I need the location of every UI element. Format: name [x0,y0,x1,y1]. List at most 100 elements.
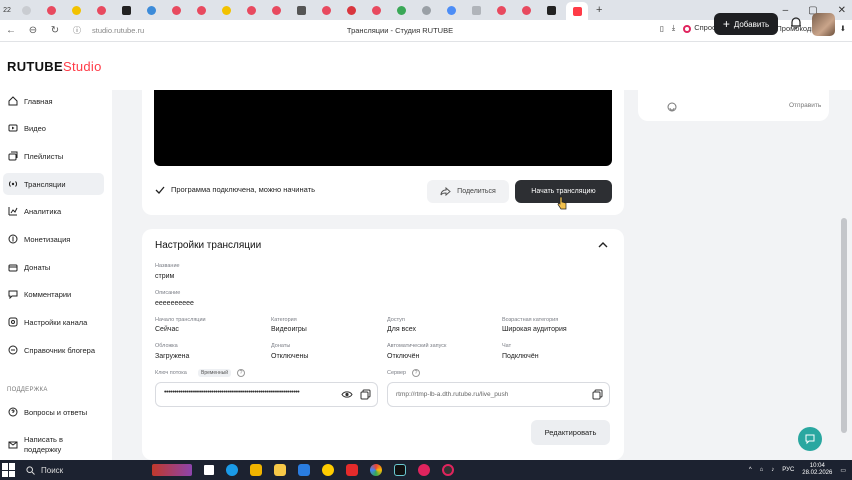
app-icon[interactable] [418,464,430,476]
browser-tab[interactable] [47,5,56,15]
yandex-icon[interactable]: ⊖ [22,25,44,36]
scrollbar-thumb[interactable] [841,218,847,433]
browser-tab[interactable] [72,5,81,15]
browser-tab[interactable] [297,5,306,15]
browser-tab[interactable] [97,5,106,15]
active-browser-tab[interactable] [566,2,588,20]
browser-tab[interactable] [422,5,431,15]
bookmark-icon[interactable]: ▯ [660,24,664,33]
stream-status-text: Программа подключена, можно начинать [171,185,315,194]
reload-icon[interactable]: ↻ [44,25,66,36]
sidebar-item-playlists[interactable]: Плейлисты [3,145,104,167]
browser-tab[interactable] [247,5,256,15]
sidebar-item-faq[interactable]: Вопросы и ответы [3,401,104,423]
widget-image[interactable] [152,464,192,476]
edge-icon[interactable] [226,464,238,476]
url-field[interactable]: studio.rutube.ru [92,26,262,35]
sidebar-item-video[interactable]: Видео [3,117,104,139]
category-value: Видеоигры [271,326,307,333]
chat-send-button[interactable]: Отправить [789,102,821,109]
download-icon[interactable]: ⤓ [672,23,675,33]
sidebar-item-write-support[interactable]: Написать в поддержку [3,431,104,459]
add-button[interactable]: + Добавить [714,13,778,35]
copy-icon[interactable] [592,389,603,400]
chevron-up-icon[interactable] [598,241,608,249]
chat-label: Чат [502,343,512,349]
cover-value: Загружена [155,353,190,360]
sidebar-item-donations[interactable]: Донаты [3,256,104,278]
edit-button[interactable]: Редактировать [531,420,610,445]
tab-count[interactable]: 22 [0,7,14,14]
browser-tab[interactable] [447,5,456,15]
browser-tab[interactable] [347,5,356,15]
yandex-browser-icon[interactable] [322,464,334,476]
windows-start-icon[interactable] [2,463,16,477]
eye-icon[interactable] [341,390,353,399]
network-icon[interactable]: ⌂ [760,467,764,473]
browser-tab[interactable] [497,5,506,15]
language-indicator[interactable]: РУС [782,467,794,473]
bell-icon[interactable] [789,16,803,30]
sidebar-item-analytics[interactable]: Аналитика [3,200,104,222]
rutube-studio-logo[interactable]: RUTUBEStudio [7,59,102,74]
sidebar-item-comments[interactable]: Комментарии [3,283,104,305]
video-preview[interactable] [154,90,612,166]
sidebar-item-home[interactable]: Главная [3,90,104,112]
copy-icon[interactable] [360,389,371,400]
stream-key-field[interactable]: ••••••••••••••••••••••••••••••••••••••••… [155,382,378,407]
browser-tab[interactable] [547,5,556,15]
category-label: Категория [271,317,297,323]
emoji-icon[interactable] [667,102,677,112]
sidebar-item-label: Настройки канала [24,317,88,327]
stream-key-value: ••••••••••••••••••••••••••••••••••••••••… [164,389,300,396]
avatar[interactable] [812,13,835,36]
sidebar-item-channel-settings[interactable]: Настройки канала [3,311,104,333]
chrome-icon[interactable] [370,464,382,476]
logo-main: RUTUBE [7,59,63,74]
notifications-icon[interactable]: ▭ [840,467,846,474]
folder-icon[interactable] [274,464,286,476]
task-view-icon[interactable] [204,465,214,475]
volume-icon[interactable]: ♪ [771,467,774,473]
tiktok-icon[interactable] [394,464,406,476]
donations-value: Отключены [271,353,309,360]
close-icon[interactable]: ✕ [838,5,846,16]
sidebar-item-monetization[interactable]: Монетизация [3,228,104,250]
browser-tab[interactable] [322,5,331,15]
share-button[interactable]: Поделиться [427,180,509,203]
browser-tab[interactable] [197,5,206,15]
clock[interactable]: 10:04 28.02.2026 [802,463,832,477]
browser-tab[interactable] [172,5,181,15]
tray-chevron-icon[interactable]: ^ [749,467,752,473]
back-arrow-icon[interactable]: ← [0,25,22,36]
clock-date: 28.02.2026 [802,470,833,476]
site-info-icon[interactable]: ⓘ [66,25,88,36]
browser-tab[interactable] [372,5,381,15]
new-tab-icon[interactable]: + [596,4,602,16]
age-category-value: Широкая аудитория [502,326,567,333]
obs-icon[interactable] [442,464,454,476]
server-field[interactable]: rtmp://rtmp-lb-a.dth.rutube.ru/live_push [387,382,610,407]
help-icon[interactable]: ? [412,369,420,377]
clock-time: 10:04 [809,463,825,469]
taskbar-search[interactable]: Поиск [26,466,146,475]
tab-menu-icon[interactable] [22,5,31,15]
browser-tab[interactable] [397,5,406,15]
sidebar-item-broadcasts[interactable]: Трансляции [3,173,104,195]
page-title: Трансляции - Студия RUTUBE [346,26,454,35]
downloads-icon[interactable]: ⬇ [840,24,846,33]
home-icon [8,96,18,106]
sidebar-item-blogger-guide[interactable]: Справочник блогера [3,339,104,361]
browser-tab[interactable] [522,5,531,15]
store-icon[interactable] [250,464,262,476]
yandex-icon[interactable] [346,464,358,476]
browser-tab[interactable] [147,5,156,15]
support-chat-button[interactable] [798,427,822,451]
help-icon[interactable]: ? [237,369,245,377]
browser-tab[interactable] [222,5,231,15]
mail-app-icon[interactable] [298,464,310,476]
browser-tab[interactable] [122,5,131,15]
minimize-icon[interactable]: – [783,5,789,16]
browser-tab[interactable] [472,5,481,15]
browser-tab[interactable] [272,5,281,15]
